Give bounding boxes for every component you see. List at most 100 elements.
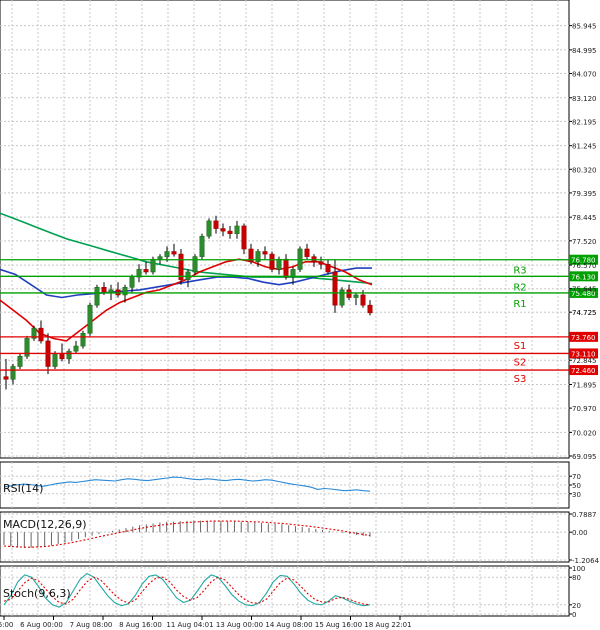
main-panel: R376.780R276.130R175.480S173.760S273.110… — [0, 0, 598, 461]
rsi-panel: 705030 RSI(14) — [0, 461, 581, 509]
candle-body — [171, 251, 177, 255]
candle-body — [367, 304, 373, 314]
rsi-title: RSI(14) — [3, 482, 43, 495]
x-tick-label: 15 Aug 16:00 — [315, 621, 362, 629]
y-tick-label: 100 — [572, 565, 585, 573]
macd-panel: 0.7887 0.00 -1.2064 MACD(12,26,9) — [0, 511, 600, 565]
candle-body — [10, 366, 16, 380]
main-plot-area — [0, 0, 570, 459]
candle-body — [192, 256, 198, 273]
candle-body — [108, 289, 114, 293]
candle-body — [346, 289, 352, 298]
candle-body — [122, 286, 128, 296]
y-tick-label: 77.520 — [572, 238, 597, 246]
level-name: S1 — [514, 341, 527, 352]
candle-body — [206, 220, 212, 237]
current-price-label: 74.725 — [572, 309, 597, 317]
candle-body — [94, 286, 100, 306]
macd-axis: 0.7887 0.00 -1.2064 — [569, 511, 600, 565]
y-tick-label: 69.095 — [572, 453, 597, 461]
y-tick-label: 75.645 — [572, 286, 597, 294]
x-tick-label: 7 Aug 08:00 — [70, 621, 113, 629]
level-price-label: 72.460 — [571, 367, 596, 375]
candle-body — [199, 235, 205, 257]
stoch-title: Stoch(9,6,3) — [3, 587, 71, 600]
candle-body — [38, 327, 44, 342]
candle-body — [339, 289, 345, 306]
price-axis: 85.945 84.995 84.070 83.120 82.195 81.245 80.3… — [569, 23, 597, 461]
candle-body — [59, 353, 65, 360]
candle-body — [241, 225, 247, 250]
y-tick-label: 84.070 — [572, 71, 597, 79]
y-tick-label: -1.2064 — [572, 557, 600, 565]
candle-body — [129, 276, 135, 288]
y-tick-label: 80.320 — [572, 166, 597, 174]
chart-canvas: R376.780R276.130R175.480S173.760S273.110… — [0, 0, 600, 629]
level-name: S3 — [514, 374, 527, 385]
level-name: R1 — [513, 299, 526, 310]
y-tick-label: 80 — [572, 574, 581, 582]
y-tick-label: 83.120 — [572, 95, 597, 103]
x-tick-label: 18 Aug 22:01 — [364, 621, 411, 629]
y-tick-label: 30 — [572, 491, 581, 499]
stoch-axis: 10080 200 — [569, 565, 585, 619]
rsi-axis: 705030 — [569, 473, 581, 499]
candle-body — [283, 258, 289, 278]
macd-title: MACD(12,26,9) — [3, 518, 87, 531]
y-tick-label: 0.7887 — [572, 511, 597, 519]
candle-body — [52, 353, 58, 367]
candle-body — [164, 251, 170, 257]
x-tick-label: 5 Aug 16:00 — [0, 621, 13, 629]
x-tick-label: 6 Aug 00:00 — [20, 621, 63, 629]
y-tick-label: 71.895 — [572, 381, 597, 389]
candle-body — [227, 230, 233, 234]
x-tick-label: 11 Aug 04:01 — [166, 621, 213, 629]
candle-body — [325, 264, 331, 273]
y-tick-label: 82.195 — [572, 118, 597, 126]
candle-body — [17, 355, 23, 367]
time-axis: 5 Aug 16:00 6 Aug 00:00 7 Aug 08:00 8 Aug 1… — [0, 616, 412, 629]
candle-body — [276, 258, 282, 270]
level-price-label: 76.130 — [571, 273, 596, 281]
level-name: R3 — [513, 266, 526, 277]
x-tick-label: 14 Aug 08:00 — [265, 621, 312, 629]
candle-body — [269, 253, 275, 270]
y-tick-label: 70 — [572, 473, 581, 481]
y-tick-label: 76.570 — [572, 262, 597, 270]
candle-body — [234, 225, 240, 234]
candle-body — [157, 256, 163, 260]
candle-body — [3, 376, 9, 380]
candle-body — [101, 286, 107, 293]
y-tick-label: 70.970 — [572, 405, 597, 413]
x-tick-label: 8 Aug 16:00 — [119, 621, 162, 629]
y-tick-label: 0 — [572, 611, 576, 619]
candle-body — [150, 258, 156, 273]
candle-body — [73, 345, 79, 352]
candle-body — [66, 350, 72, 360]
candle-body — [353, 294, 359, 298]
candle-body — [87, 304, 93, 334]
candle-body — [213, 220, 219, 229]
y-tick-label: 84.995 — [572, 47, 597, 55]
y-tick-label: 78.445 — [572, 214, 597, 222]
candle-body — [360, 294, 366, 306]
y-tick-label: 72.845 — [572, 357, 597, 365]
candle-body — [220, 228, 226, 232]
level-price-label: 73.760 — [571, 334, 596, 342]
y-tick-label: 79.395 — [572, 190, 597, 198]
candle-body — [304, 248, 310, 257]
y-tick-label: 0.00 — [572, 529, 588, 537]
level-name: S2 — [514, 357, 527, 368]
y-tick-label: 50 — [572, 482, 581, 490]
candle-body — [318, 261, 324, 265]
stoch-panel: 10080 200 Stoch(9,6,3) — [0, 565, 585, 619]
candle-body — [80, 332, 86, 347]
y-tick-label: 20 — [572, 602, 581, 610]
level-name: R2 — [513, 282, 526, 293]
y-tick-label: 85.945 — [572, 23, 597, 31]
x-tick-label: 13 Aug 00:00 — [216, 621, 263, 629]
candle-body — [143, 269, 149, 273]
stoch-plot-area — [0, 565, 570, 617]
y-tick-label: 81.245 — [572, 143, 597, 151]
y-tick-label: 70.020 — [572, 429, 597, 437]
